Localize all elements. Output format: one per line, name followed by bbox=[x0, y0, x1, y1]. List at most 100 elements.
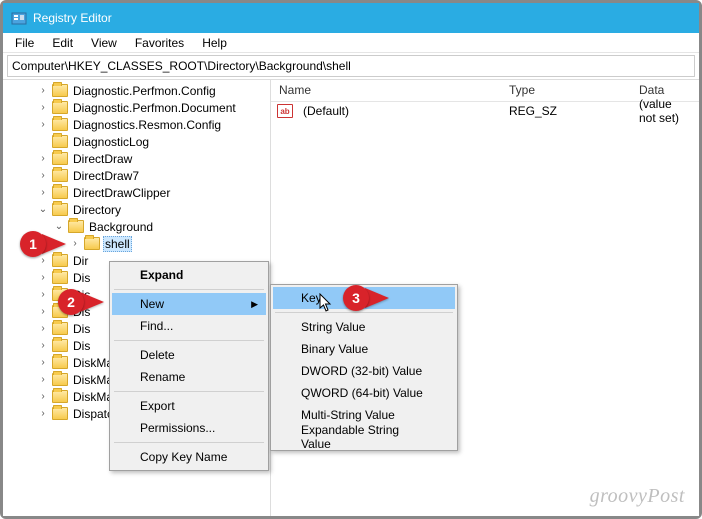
tree-item-label: Dis bbox=[71, 339, 92, 353]
chevron-down-icon[interactable]: ⌄ bbox=[37, 204, 49, 215]
menu-separator bbox=[114, 442, 264, 443]
tree-item-label: Dis bbox=[71, 322, 92, 336]
menu-favorites[interactable]: Favorites bbox=[127, 34, 192, 52]
tree-item-label: Diagnostic.Perfmon.Document bbox=[71, 101, 238, 115]
chevron-right-icon[interactable]: › bbox=[37, 170, 49, 181]
callout-2: 2 bbox=[58, 289, 104, 315]
menu-item-find-[interactable]: Find... bbox=[112, 315, 266, 337]
tree-item[interactable]: › Diagnostics.Resmon.Config bbox=[3, 116, 270, 133]
folder-icon bbox=[52, 118, 68, 131]
menu-item-export[interactable]: Export bbox=[112, 395, 266, 417]
window-title: Registry Editor bbox=[33, 11, 112, 25]
tree-item-label: Diagnostic.Perfmon.Config bbox=[71, 84, 218, 98]
menubar: File Edit View Favorites Help bbox=[3, 33, 699, 53]
titlebar[interactable]: Registry Editor bbox=[3, 3, 699, 33]
menu-item-permissions-[interactable]: Permissions... bbox=[112, 417, 266, 439]
chevron-right-icon[interactable]: › bbox=[37, 306, 49, 317]
context-menu[interactable]: Expand New▶Find... DeleteRename ExportPermi… bbox=[109, 261, 269, 471]
tree-item[interactable]: › DirectDraw7 bbox=[3, 167, 270, 184]
chevron-right-icon[interactable]: › bbox=[37, 374, 49, 385]
chevron-right-icon[interactable]: › bbox=[37, 272, 49, 283]
address-bar[interactable]: Computer\HKEY_CLASSES_ROOT\Directory\Bac… bbox=[7, 55, 695, 77]
submenu-item-string-value[interactable]: String Value bbox=[273, 316, 455, 338]
chevron-right-icon[interactable]: › bbox=[69, 238, 81, 249]
callout-pin-2: 2 bbox=[58, 289, 84, 315]
menu-separator bbox=[114, 289, 264, 290]
tree-item-label: DirectDraw bbox=[71, 152, 134, 166]
tree-item[interactable]: › Diagnostic.Perfmon.Document bbox=[3, 99, 270, 116]
folder-icon bbox=[52, 373, 68, 386]
folder-icon bbox=[52, 152, 68, 165]
menu-item-rename[interactable]: Rename bbox=[112, 366, 266, 388]
submenu-item-binary-value[interactable]: Binary Value bbox=[273, 338, 455, 360]
value-type: REG_SZ bbox=[501, 104, 631, 118]
menu-file[interactable]: File bbox=[7, 34, 42, 52]
chevron-right-icon[interactable]: › bbox=[37, 85, 49, 96]
chevron-right-icon[interactable]: › bbox=[37, 119, 49, 130]
submenu-arrow-icon: ▶ bbox=[251, 299, 258, 310]
tree-item-label: Directory bbox=[71, 203, 123, 217]
app-icon bbox=[11, 10, 27, 26]
tree-item-label: DirectDraw7 bbox=[71, 169, 141, 183]
tree-item[interactable]: › DirectDrawClipper bbox=[3, 184, 270, 201]
folder-icon bbox=[52, 356, 68, 369]
value-data: (value not set) bbox=[631, 97, 699, 125]
string-value-icon: ab bbox=[277, 104, 293, 118]
chevron-right-icon[interactable]: › bbox=[37, 102, 49, 113]
tree-item[interactable]: DiagnosticLog bbox=[3, 133, 270, 150]
menu-item-delete[interactable]: Delete bbox=[112, 344, 266, 366]
callout-pin-1: 1 bbox=[20, 231, 46, 257]
folder-icon bbox=[52, 339, 68, 352]
menu-separator bbox=[275, 312, 453, 313]
chevron-right-icon[interactable]: › bbox=[37, 391, 49, 402]
chevron-right-icon[interactable]: › bbox=[37, 408, 49, 419]
menu-separator bbox=[114, 391, 264, 392]
chevron-right-icon[interactable]: › bbox=[37, 340, 49, 351]
tree-item[interactable]: › DirectDraw bbox=[3, 150, 270, 167]
folder-icon bbox=[52, 203, 68, 216]
callout-1: 1 bbox=[20, 231, 66, 257]
tree-item-label: DiagnosticLog bbox=[71, 135, 151, 149]
tree-item-label: Dir bbox=[71, 254, 90, 268]
submenu-item-expandable-string-value[interactable]: Expandable String Value bbox=[273, 426, 455, 448]
tree-item-label: Background bbox=[87, 220, 155, 234]
menu-edit[interactable]: Edit bbox=[44, 34, 81, 52]
value-name: (Default) bbox=[295, 104, 501, 118]
tree-item-label: shell bbox=[103, 236, 132, 252]
chevron-right-icon[interactable]: › bbox=[37, 289, 49, 300]
folder-icon bbox=[52, 84, 68, 97]
chevron-right-icon[interactable]: › bbox=[37, 357, 49, 368]
tree-item-label: Diagnostics.Resmon.Config bbox=[71, 118, 223, 132]
folder-icon bbox=[52, 135, 68, 148]
watermark: groovyPost bbox=[590, 485, 685, 508]
tree-item[interactable]: › Diagnostic.Perfmon.Config bbox=[3, 82, 270, 99]
menu-item-expand[interactable]: Expand bbox=[112, 264, 266, 286]
chevron-right-icon[interactable]: › bbox=[37, 187, 49, 198]
folder-icon bbox=[84, 237, 100, 250]
col-name[interactable]: Name bbox=[271, 80, 501, 101]
tree-item[interactable]: ⌄ Directory bbox=[3, 201, 270, 218]
folder-icon bbox=[52, 322, 68, 335]
callout-3: 3 bbox=[343, 285, 389, 311]
tree-item-label: DirectDrawClipper bbox=[71, 186, 172, 200]
folder-icon bbox=[52, 169, 68, 182]
folder-icon bbox=[68, 220, 84, 233]
folder-icon bbox=[52, 390, 68, 403]
callout-pin-3: 3 bbox=[343, 285, 369, 311]
folder-icon bbox=[52, 271, 68, 284]
menu-separator bbox=[114, 340, 264, 341]
col-type[interactable]: Type bbox=[501, 80, 631, 101]
submenu-item-qword-bit-value[interactable]: QWORD (64-bit) Value bbox=[273, 382, 455, 404]
submenu-item-dword-bit-value[interactable]: DWORD (32-bit) Value bbox=[273, 360, 455, 382]
menu-item-new[interactable]: New▶ bbox=[112, 293, 266, 315]
menu-help[interactable]: Help bbox=[194, 34, 235, 52]
folder-icon bbox=[52, 101, 68, 114]
list-row[interactable]: ab (Default) REG_SZ (value not set) bbox=[271, 102, 699, 120]
menu-view[interactable]: View bbox=[83, 34, 125, 52]
tree-item-label: Dis bbox=[71, 271, 92, 285]
menu-item-copy-key-name[interactable]: Copy Key Name bbox=[112, 446, 266, 468]
address-text: Computer\HKEY_CLASSES_ROOT\Directory\Bac… bbox=[12, 59, 351, 73]
folder-icon bbox=[52, 407, 68, 420]
chevron-right-icon[interactable]: › bbox=[37, 153, 49, 164]
chevron-right-icon[interactable]: › bbox=[37, 323, 49, 334]
